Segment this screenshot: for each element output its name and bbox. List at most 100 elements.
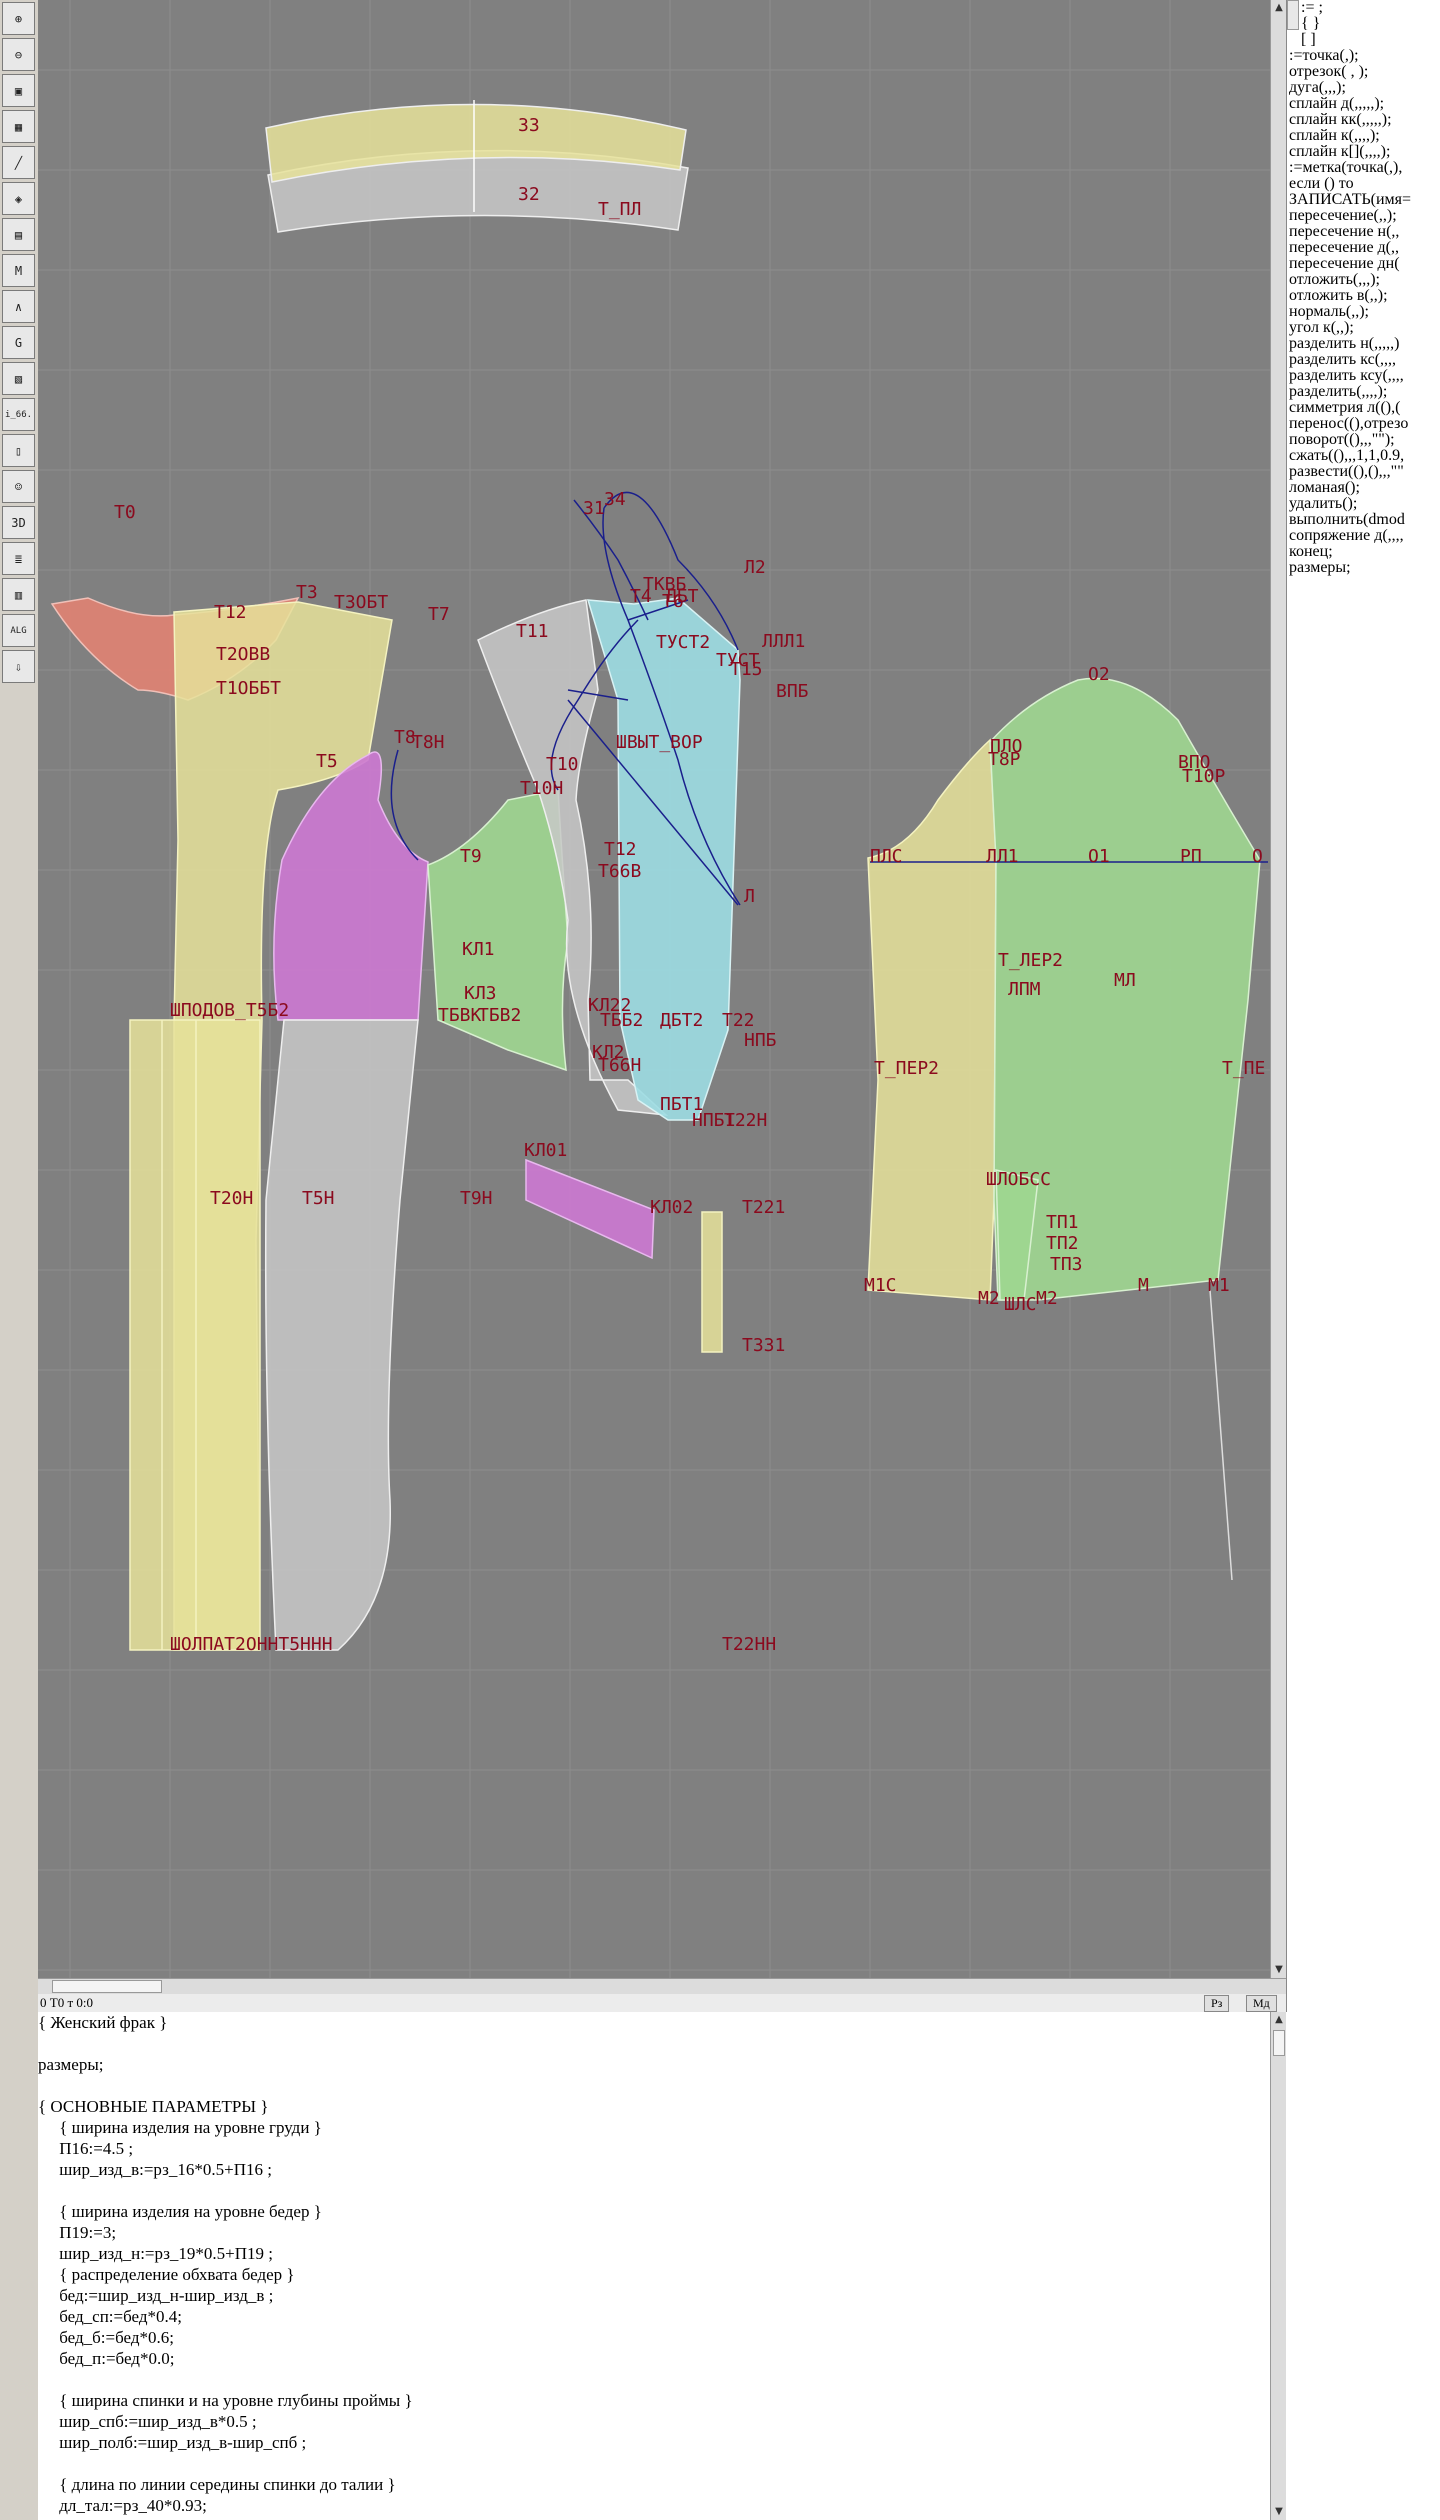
- side-skirt-piece[interactable]: [264, 1019, 419, 1651]
- point-label[interactable]: ВПБ: [776, 681, 809, 702]
- command-item[interactable]: пересечение(,,);: [1287, 208, 1440, 224]
- 3d-icon[interactable]: 3D: [2, 506, 35, 539]
- script-line[interactable]: [38, 2033, 1270, 2054]
- point-label[interactable]: ШВЫТ_ВОР: [616, 732, 703, 753]
- script-line[interactable]: размеры;: [38, 2054, 1270, 2075]
- point-label[interactable]: Т10Н: [520, 778, 563, 799]
- command-scroll-icon[interactable]: [1287, 0, 1299, 30]
- point-label[interactable]: Т3ОБТ: [334, 592, 388, 613]
- point-label[interactable]: Т_ПЛ: [598, 199, 641, 220]
- grade-icon[interactable]: G: [2, 326, 35, 359]
- script-line[interactable]: шир_изд_в:=рз_16*0.5+П16 ;: [38, 2159, 1270, 2180]
- command-item[interactable]: [ ]: [1287, 32, 1440, 48]
- command-item[interactable]: разделить(,,,,);: [1287, 384, 1440, 400]
- point-label[interactable]: ЛПМ: [1008, 979, 1041, 1000]
- point-label[interactable]: Т66В: [598, 861, 641, 882]
- point-label[interactable]: ТБВ2: [478, 1005, 521, 1026]
- export-icon[interactable]: ⇩: [2, 650, 35, 683]
- script-line[interactable]: { ширина спинки и на уровне глубины прой…: [38, 2390, 1270, 2411]
- compass-icon[interactable]: ∧: [2, 290, 35, 323]
- back-skirt-piece[interactable]: [129, 1019, 261, 1651]
- point-label[interactable]: КЛ1: [462, 939, 495, 960]
- zoom-in-icon[interactable]: ⊕: [2, 2, 35, 35]
- script-line[interactable]: [38, 2180, 1270, 2201]
- list-icon[interactable]: ≣: [2, 542, 35, 575]
- point-label[interactable]: М2: [978, 1288, 1000, 1309]
- command-item[interactable]: нормаль(,,);: [1287, 304, 1440, 320]
- command-item[interactable]: развести((),(),,,"": [1287, 464, 1440, 480]
- point-label[interactable]: ТП2: [1046, 1233, 1079, 1254]
- point-label[interactable]: М: [1138, 1275, 1149, 1296]
- command-item[interactable]: ЗАПИСАТЬ(имя=: [1287, 192, 1440, 208]
- command-item[interactable]: симметрия л((),(: [1287, 400, 1440, 416]
- point-label[interactable]: Т22Н: [724, 1110, 767, 1131]
- point-label[interactable]: Т2ОВВ: [216, 644, 270, 665]
- command-item[interactable]: конец;: [1287, 544, 1440, 560]
- grid-icon[interactable]: ▦: [2, 110, 35, 143]
- line-tool-icon[interactable]: ╱: [2, 146, 35, 179]
- command-item[interactable]: сплайн к(,,,,);: [1287, 128, 1440, 144]
- command-item[interactable]: сплайн д(,,,,,);: [1287, 96, 1440, 112]
- sleeve-under-piece[interactable]: [867, 738, 997, 1301]
- point-label[interactable]: Т_ПЕР2: [874, 1058, 939, 1079]
- side-piece[interactable]: [273, 751, 429, 1021]
- script-line[interactable]: шир_полб:=шир_изд_в-шир_спб ;: [38, 2432, 1270, 2453]
- command-item[interactable]: удалить();: [1287, 496, 1440, 512]
- point-label[interactable]: Т20Н: [210, 1188, 253, 1209]
- scrollbar-thumb[interactable]: [52, 1980, 162, 1993]
- command-item[interactable]: :=точка(,);: [1287, 48, 1440, 64]
- point-label[interactable]: Т9Н: [460, 1188, 493, 1209]
- pattern-drawing[interactable]: 33 32 Т_ПЛ Т0 31 34 Т3 Т3ОБТ Т7 Т12 Т2ОВВ Т1ОББТ Т5 Т…: [38, 0, 1270, 1978]
- script-line[interactable]: шир_изд_н:=рз_19*0.5+П19 ;: [38, 2243, 1270, 2264]
- point-label[interactable]: 32: [518, 184, 540, 205]
- point-label[interactable]: ПЛС: [870, 846, 903, 867]
- point-label[interactable]: ШЛОБСС: [986, 1169, 1051, 1190]
- drawing-canvas[interactable]: 33 32 Т_ПЛ Т0 31 34 Т3 Т3ОБТ Т7 Т12 Т2ОВВ Т1ОББТ Т5 Т…: [38, 0, 1270, 1978]
- point-label[interactable]: Т331: [742, 1335, 785, 1356]
- command-item[interactable]: разделить ксу(,,,,: [1287, 368, 1440, 384]
- point-label[interactable]: ДБТ2: [660, 1010, 703, 1031]
- script-line[interactable]: П19:=3;: [38, 2222, 1270, 2243]
- command-item[interactable]: пересечение н(,,: [1287, 224, 1440, 240]
- script-line[interactable]: [38, 2369, 1270, 2390]
- point-label[interactable]: Т_ЛЕР2: [998, 950, 1063, 971]
- script-editor[interactable]: { Женский фрак } размеры; { ОСНОВНЫЕ ПАРАМ…: [38, 2012, 1270, 2520]
- point-label[interactable]: Т1ОББТ: [216, 678, 281, 699]
- point-label[interactable]: Л2: [744, 557, 766, 578]
- command-item[interactable]: сжать((),,,1,1,0.9,: [1287, 448, 1440, 464]
- point-label[interactable]: Т10: [546, 754, 579, 775]
- point-label[interactable]: Т15: [730, 659, 763, 680]
- point-label[interactable]: Т22: [722, 1010, 755, 1031]
- point-label[interactable]: О1: [1088, 846, 1110, 867]
- command-item[interactable]: пересечение дн(: [1287, 256, 1440, 272]
- point-label[interactable]: Т12: [604, 839, 637, 860]
- point-label[interactable]: Т8Р: [988, 749, 1021, 770]
- point-label[interactable]: Т10Р: [1182, 766, 1226, 787]
- command-item[interactable]: угол к(,,);: [1287, 320, 1440, 336]
- point-label[interactable]: Т0: [114, 502, 136, 523]
- script-line[interactable]: { ОСНОВНЫЕ ПАРАМЕТРЫ }: [38, 2096, 1270, 2117]
- script-line[interactable]: бед_б:=бед*0.6;: [38, 2327, 1270, 2348]
- command-item[interactable]: разделить н(,,,,,): [1287, 336, 1440, 352]
- script-line[interactable]: [38, 2453, 1270, 2474]
- command-item[interactable]: сплайн кк(,,,,,);: [1287, 112, 1440, 128]
- sizes-button[interactable]: Рз: [1204, 1995, 1230, 2012]
- script-line[interactable]: { распределение обхвата бедер }: [38, 2264, 1270, 2285]
- point-label[interactable]: Т22НН: [722, 1634, 776, 1655]
- point-label[interactable]: 34: [604, 489, 626, 510]
- point-label[interactable]: РП: [1180, 846, 1202, 867]
- point-label[interactable]: КЛ01: [524, 1140, 567, 1161]
- script-line[interactable]: { ширина изделия на уровне груди }: [38, 2117, 1270, 2138]
- point-label[interactable]: Т8Н: [412, 732, 445, 753]
- point-label[interactable]: НПБ: [744, 1030, 777, 1051]
- pocket-flap-piece[interactable]: [525, 1158, 655, 1260]
- avatar-icon[interactable]: ☺: [2, 470, 35, 503]
- point-label[interactable]: ТББ2: [600, 1010, 643, 1031]
- point-label[interactable]: КЛ3: [464, 983, 497, 1004]
- point-label[interactable]: ТП1: [1046, 1212, 1079, 1233]
- script-line[interactable]: [38, 2075, 1270, 2096]
- point-label[interactable]: КЛ02: [650, 1197, 693, 1218]
- point-label[interactable]: Т221: [742, 1197, 785, 1218]
- command-item[interactable]: выполнить(dmod: [1287, 512, 1440, 528]
- book-icon[interactable]: ▥: [2, 578, 35, 611]
